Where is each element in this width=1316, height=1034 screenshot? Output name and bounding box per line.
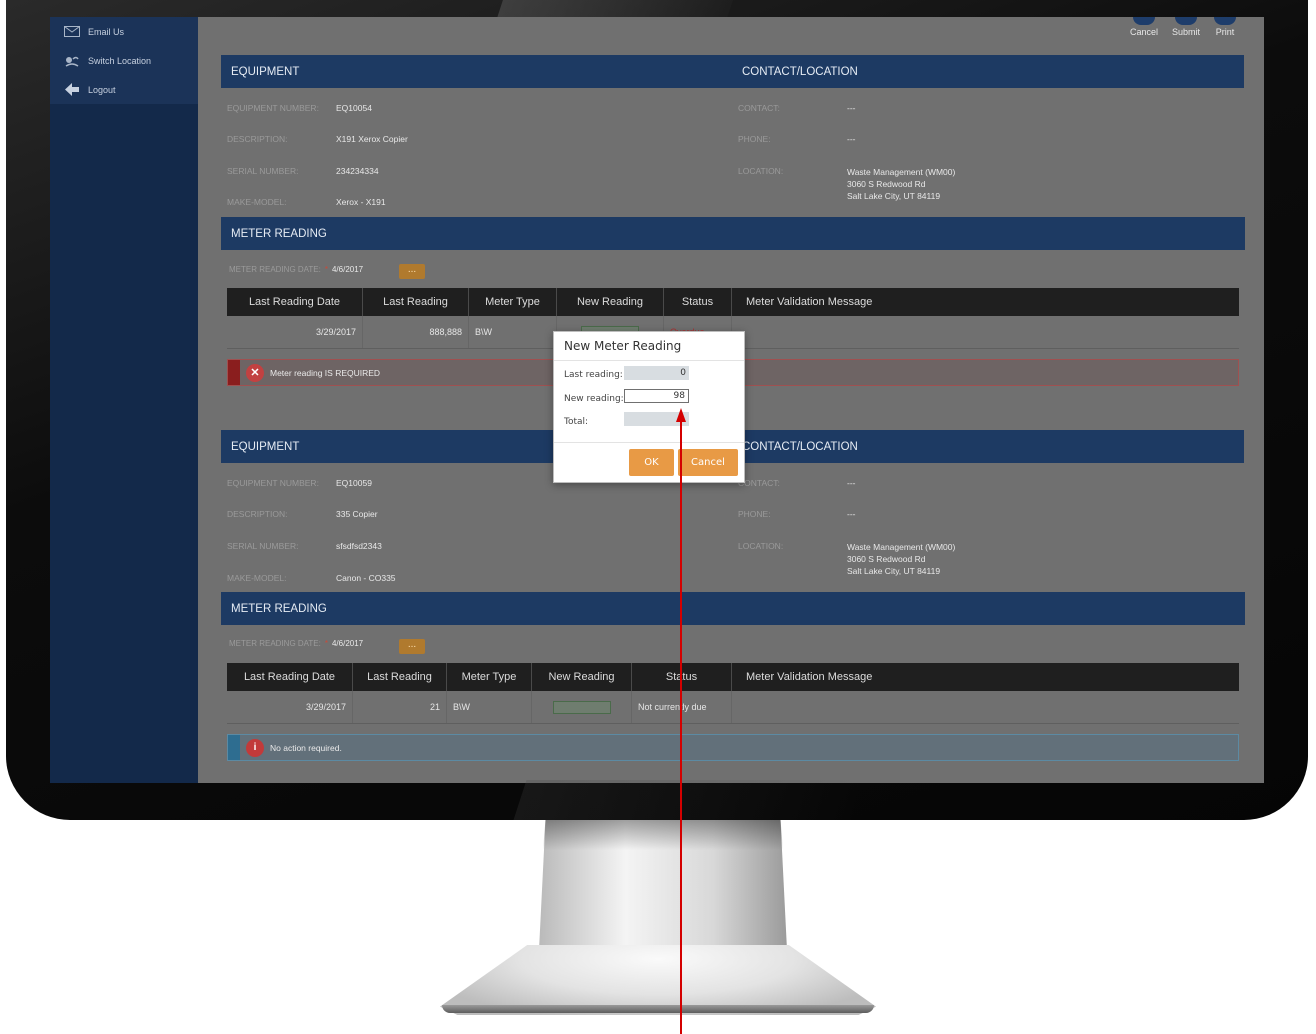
col-new-reading[interactable]: New Reading [532, 663, 632, 691]
equipment-number-field: EQUIPMENT NUMBER: EQ10059 [227, 478, 372, 488]
cell-status: Not currently due [632, 691, 732, 723]
alert-message: No action required. [270, 742, 342, 753]
meter-reading-date: METER READING DATE: * 4/6/2017 [229, 639, 364, 648]
last-reading-label: Last reading: [564, 370, 623, 380]
submit-icon [1174, 17, 1197, 25]
new-reading-input[interactable]: 98 [624, 389, 689, 403]
sidebar-item-logout[interactable]: Logout [50, 75, 198, 104]
stand-base-edge [442, 1005, 874, 1013]
print-button[interactable]: Print [1214, 17, 1236, 37]
cell-validation-message [732, 316, 1239, 348]
switch-location-icon [62, 54, 82, 68]
logout-icon [62, 83, 82, 97]
bezel-reflection [513, 780, 867, 820]
col-last-reading[interactable]: Last Reading [353, 663, 447, 691]
sidebar-item-email-us[interactable]: Email Us [50, 17, 198, 46]
dialog-divider [554, 442, 744, 443]
pointer-arrow-icon [676, 408, 686, 422]
description-field: DESCRIPTION: 335 Copier [227, 509, 378, 519]
top-actions: Cancel Submit Print [1130, 17, 1236, 37]
cell-new-reading [532, 691, 632, 723]
serial-number-field: SERIAL NUMBER: 234234334 [227, 166, 379, 176]
sidebar-menu: Email Us Switch Location Logout [50, 17, 198, 104]
stand-shadow [543, 820, 783, 850]
meter-grid-2: Last Reading Date Last Reading Meter Typ… [227, 663, 1239, 724]
contact-location-header: CONTACT/LOCATION [732, 430, 1244, 463]
contact-field: CONTACT: --- [738, 103, 856, 113]
make-model-field: MAKE-MODEL: Canon - CO335 [227, 573, 396, 583]
cell-meter-type: B\W [469, 316, 557, 348]
sidebar-item-label: Email Us [88, 26, 125, 37]
equipment-header: EQUIPMENT [221, 55, 732, 88]
contact-location-header: CONTACT/LOCATION [732, 55, 1244, 88]
new-reading-input[interactable] [552, 700, 611, 714]
grid-header: Last Reading Date Last Reading Meter Typ… [227, 288, 1239, 316]
cancel-button[interactable]: Cancel [678, 449, 738, 476]
col-validation-message[interactable]: Meter Validation Message [732, 663, 1239, 691]
cell-last-reading-date: 3/29/2017 [227, 316, 363, 348]
col-meter-type[interactable]: Meter Type [447, 663, 532, 691]
alert-bar [228, 360, 240, 385]
print-icon [1214, 17, 1236, 25]
meter-reading-date: METER READING DATE: * 4/6/2017 [229, 265, 364, 274]
cell-validation-message [732, 691, 1239, 723]
alert-bar [228, 735, 240, 760]
phone-field: PHONE: --- [738, 134, 856, 144]
serial-number-field: SERIAL NUMBER: sfsdfsd2343 [227, 541, 382, 551]
col-last-reading[interactable]: Last Reading [363, 288, 469, 316]
pointer-line [680, 418, 682, 1034]
location-field: LOCATION: Waste Management (WM00) 3060 S … [738, 166, 956, 201]
sidebar-item-switch-location[interactable]: Switch Location [50, 46, 198, 75]
cell-last-reading-date: 3/29/2017 [227, 691, 353, 723]
col-new-reading[interactable]: New Reading [557, 288, 664, 316]
sidebar: Email Us Switch Location Logout [50, 17, 198, 783]
submit-button[interactable]: Submit [1172, 17, 1200, 37]
col-meter-type[interactable]: Meter Type [469, 288, 557, 316]
col-validation-message[interactable]: Meter Validation Message [732, 288, 1239, 316]
description-field: DESCRIPTION: X191 Xerox Copier [227, 134, 408, 144]
date-picker-button[interactable]: ... [399, 639, 425, 654]
col-status[interactable]: Status [664, 288, 732, 316]
cell-meter-type: B\W [447, 691, 532, 723]
make-model-field: MAKE-MODEL: Xerox - X191 [227, 197, 386, 207]
col-last-reading-date[interactable]: Last Reading Date [227, 663, 353, 691]
grid-header: Last Reading Date Last Reading Meter Typ… [227, 663, 1239, 691]
cancel-icon [1132, 17, 1155, 25]
bezel-reflection [497, 0, 733, 18]
monitor-screen: Email Us Switch Location Logout Cancel S… [50, 17, 1264, 783]
table-row: 3/29/2017 21 B\W Not currently due [227, 691, 1239, 724]
new-reading-label: New reading: [564, 394, 624, 404]
date-picker-button[interactable]: ... [399, 264, 425, 279]
location-field: LOCATION: Waste Management (WM00) 3060 S … [738, 541, 956, 576]
alert-message: Meter reading IS REQUIRED [270, 367, 381, 378]
cell-last-reading: 888,888 [363, 316, 469, 348]
info-alert: i No action required. [227, 734, 1239, 761]
cell-last-reading: 21 [353, 691, 447, 723]
sidebar-item-label: Switch Location [88, 55, 152, 66]
dialog-title: New Meter Reading [554, 332, 744, 361]
phone-field: PHONE: --- [738, 509, 856, 519]
new-meter-reading-dialog: New Meter Reading Last reading: 0 New re… [553, 331, 745, 483]
meter-reading-header: METER READING [221, 217, 1245, 250]
meter-reading-header: METER READING [221, 592, 1245, 625]
monitor-mockup: Email Us Switch Location Logout Cancel S… [0, 0, 1316, 1034]
equipment-number-field: EQUIPMENT NUMBER: EQ10054 [227, 103, 372, 113]
total-label: Total: [564, 417, 589, 427]
envelope-icon [62, 25, 82, 39]
sidebar-item-label: Logout [88, 84, 116, 95]
last-reading-field: 0 [624, 366, 689, 380]
info-icon: i [246, 738, 264, 757]
ok-button[interactable]: OK [629, 449, 674, 476]
error-icon: ✕ [246, 363, 264, 382]
cancel-button[interactable]: Cancel [1130, 17, 1158, 37]
col-status[interactable]: Status [632, 663, 732, 691]
col-last-reading-date[interactable]: Last Reading Date [227, 288, 363, 316]
